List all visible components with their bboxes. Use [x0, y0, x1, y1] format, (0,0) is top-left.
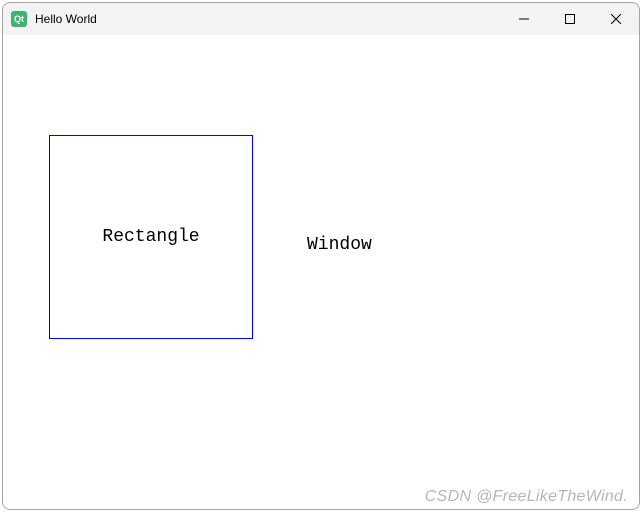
close-icon [611, 14, 621, 24]
client-area: Rectangle Window [3, 35, 639, 509]
window-title: Hello World [35, 12, 97, 26]
window-label: Window [307, 235, 372, 255]
rectangle-shape: Rectangle [49, 135, 253, 339]
qt-app-icon: Qt [11, 11, 27, 27]
maximize-icon [565, 14, 575, 24]
minimize-icon [519, 14, 529, 24]
application-window: Qt Hello World Rectangle [2, 2, 640, 510]
titlebar: Qt Hello World [3, 3, 639, 35]
rectangle-label: Rectangle [102, 227, 199, 247]
window-controls [501, 3, 639, 35]
close-button[interactable] [593, 3, 639, 35]
minimize-button[interactable] [501, 3, 547, 35]
maximize-button[interactable] [547, 3, 593, 35]
